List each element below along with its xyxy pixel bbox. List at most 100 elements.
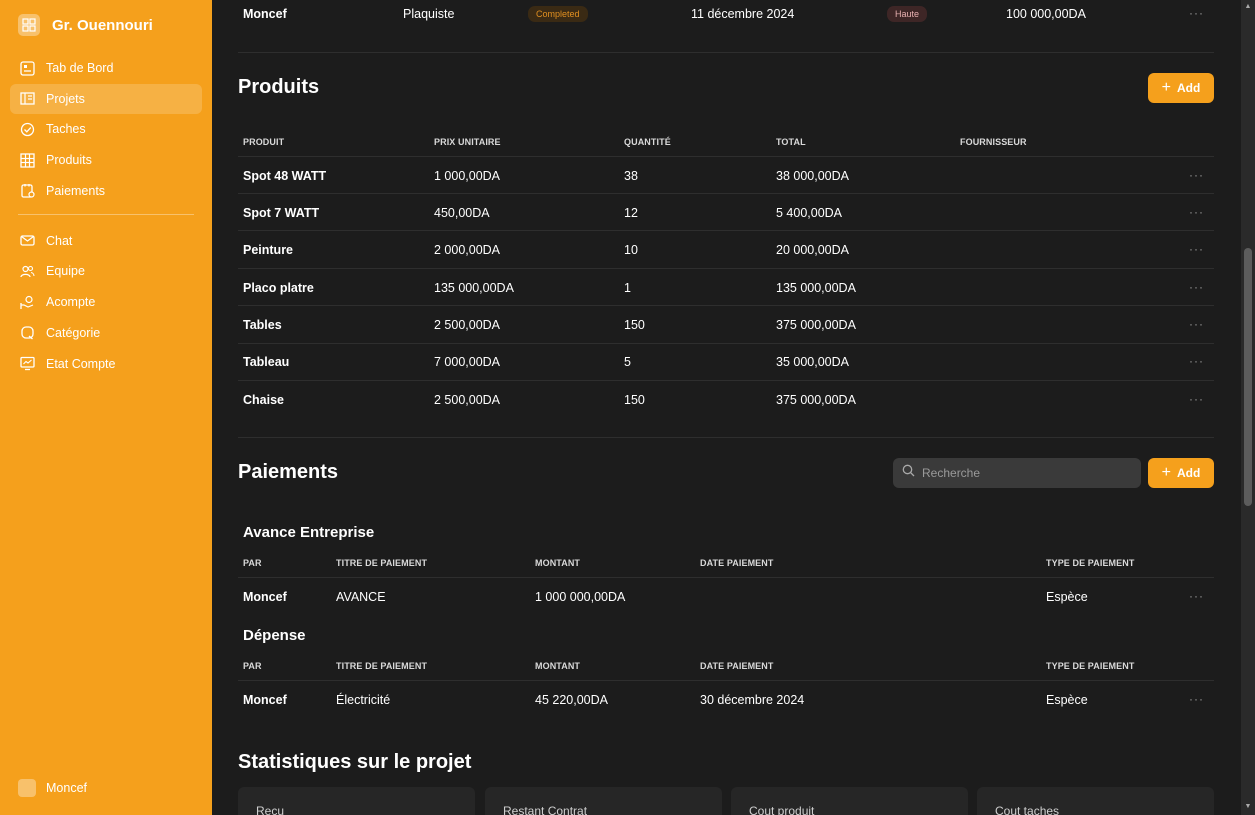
col-header: TYPE DE PAIEMENT [1046,558,1135,568]
more-icon[interactable]: ··· [1189,6,1204,20]
add-paiement-button[interactable]: + Add [1148,458,1214,488]
sidebar-item-label: Projets [46,91,85,106]
sidebar-item-projets[interactable]: Projets [10,83,202,114]
cell-titre: Électricité [336,693,391,707]
col-header: TYPE DE PAIEMENT [1046,661,1135,671]
sidebar-item-paiements[interactable]: Paiements [10,176,202,206]
cell-produit: Spot 48 WATT [243,169,327,183]
col-header: MONTANT [535,661,581,671]
more-icon[interactable]: ··· [1189,354,1204,368]
cell-quantite: 12 [624,206,638,220]
user-profile[interactable]: Moncef [18,779,87,797]
more-icon[interactable]: ··· [1189,317,1204,331]
stat-card-cout-produit: Cout produit [731,787,968,815]
col-header: PAR [243,558,262,568]
check-circle-icon [19,121,36,138]
sidebar-item-tab-de-bord[interactable]: Tab de Bord [10,53,202,83]
sidebar-item-label: Etat Compte [46,356,116,371]
cell-date: 30 décembre 2024 [700,693,805,707]
grid-icon [19,152,36,169]
cell-prix: 2 500,00DA [434,318,501,332]
cell-prix: 1 000,00DA [434,169,501,183]
dashboard-icon [19,60,36,77]
add-produit-button[interactable]: + Add [1148,73,1214,103]
cell-name: Moncef [243,7,287,21]
cell-produit: Spot 7 WATT [243,206,320,220]
sidebar-item-label: Catégorie [46,325,101,340]
more-icon[interactable]: ··· [1189,280,1204,294]
cell-quantite: 150 [624,393,645,407]
sidebar-divider [18,213,194,215]
stat-label: Reçu [256,804,285,815]
cell-total: 5 400,00DA [776,206,843,220]
divider [238,680,1214,681]
sidebar-item-label: Chat [46,233,73,248]
divider [238,230,1214,231]
stats-title: Statistiques sur le projet [238,751,472,773]
stat-label: Restant Contrat [503,804,588,815]
more-icon[interactable]: ··· [1189,589,1204,603]
sidebar-item-label: Paiements [46,183,106,198]
col-header: TOTAL [776,137,806,147]
scrollbar[interactable]: ▲ ▼ [1241,0,1255,815]
divider [238,380,1214,381]
cell-titre: AVANCE [336,590,386,604]
cell-total: 20 000,00DA [776,243,849,257]
cell-par: Moncef [243,590,287,604]
divider [238,193,1214,194]
sidebar-item-categorie[interactable]: Catégorie [10,318,202,348]
more-icon[interactable]: ··· [1189,168,1204,182]
brand[interactable]: Gr. Ouennouri [18,14,153,36]
sidebar: Gr. Ouennouri Tab de Bord Projets Taches… [0,0,212,815]
stat-card-cout-taches: Cout taches [977,787,1214,815]
scroll-up-icon[interactable]: ▲ [1244,3,1252,11]
tag-icon [19,324,36,341]
scroll-thumb[interactable] [1244,248,1252,506]
cell-role: Plaquiste [403,7,455,21]
scroll-down-icon[interactable]: ▼ [1244,803,1252,811]
stat-card-restant-contrat: Restant Contrat [485,787,722,815]
sidebar-item-equipe[interactable]: Equipe [10,256,202,286]
search-box[interactable] [893,458,1141,488]
sidebar-item-etat-compte[interactable]: Etat Compte [10,349,202,379]
more-icon[interactable]: ··· [1189,392,1204,406]
cell-prix: 135 000,00DA [434,281,514,295]
more-icon[interactable]: ··· [1189,205,1204,219]
cell-quantite: 38 [624,169,638,183]
cell-montant: 1 000 000,00DA [535,590,626,604]
cell-prix: 450,00DA [434,206,490,220]
cell-total: 375 000,00DA [776,393,856,407]
sidebar-item-chat[interactable]: Chat [10,226,202,256]
stat-label: Cout taches [995,804,1060,815]
brand-logo-icon [18,14,40,36]
cell-produit: Placo platre [243,281,314,295]
sidebar-item-taches[interactable]: Taches [10,114,202,144]
cell-produit: Tableau [243,355,290,369]
cell-produit: Chaise [243,393,284,407]
produits-title: Produits [238,76,320,98]
col-header: PAR [243,661,262,671]
divider [238,156,1214,157]
sidebar-item-produits[interactable]: Produits [10,145,202,175]
col-header: TITRE DE PAIEMENT [336,558,428,568]
cell-quantite: 1 [624,281,631,295]
cell-prix: 2 500,00DA [434,393,501,407]
priority-badge: Haute [887,6,928,22]
more-icon[interactable]: ··· [1189,692,1204,706]
status-badge: Completed [528,6,588,22]
more-icon[interactable]: ··· [1189,242,1204,256]
col-header: QUANTITÉ [624,137,671,147]
sidebar-item-label: Tab de Bord [46,61,114,75]
search-input[interactable] [922,466,1122,480]
cell-prix: 7 000,00DA [434,355,501,369]
sidebar-item-acompte[interactable]: Acompte [10,287,202,317]
col-header: DATE PAIEMENT [700,661,774,671]
user-name: Moncef [46,781,87,795]
cell-total: 135 000,00DA [776,281,856,295]
hand-coin-icon [19,294,36,311]
col-header: FOURNISSEUR [960,137,1027,147]
add-label: Add [1177,81,1201,95]
col-header: PRODUIT [243,137,285,147]
group-title: Dépense [243,627,306,644]
divider [238,52,1214,53]
